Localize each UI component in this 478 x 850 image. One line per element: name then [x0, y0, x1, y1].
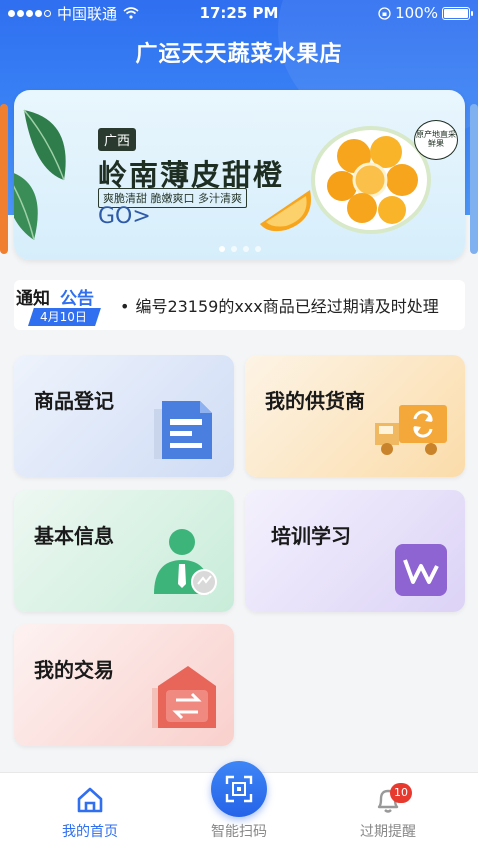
user-profile-icon: [154, 529, 217, 595]
carousel-prev-peek[interactable]: [0, 104, 8, 254]
leaf-decoration-icon: [14, 109, 66, 241]
tab-label: 智能扫码: [211, 824, 267, 840]
scan-button[interactable]: [211, 761, 267, 817]
transaction-icon: [152, 666, 216, 728]
banner-go-link[interactable]: GO>: [98, 204, 151, 229]
menu-card-my-transactions[interactable]: 我的交易: [14, 624, 234, 746]
notice-bullet: •: [120, 297, 130, 316]
tab-home[interactable]: 我的首页: [30, 773, 150, 850]
battery-icon: [442, 6, 473, 20]
menu-card-label: 培训学习: [271, 524, 351, 548]
carousel-indicator: [14, 246, 465, 252]
tab-label: 过期提醒: [360, 824, 416, 840]
delivery-truck-icon: [375, 405, 447, 455]
tab-scan[interactable]: 智能扫码: [179, 761, 299, 850]
menu-card-label: 我的供货商: [265, 389, 365, 413]
menu-card-basic-info[interactable]: 基本信息: [14, 490, 234, 612]
notice-title-part1: 通知: [16, 289, 50, 309]
carousel-next-peek[interactable]: [470, 104, 478, 254]
orange-slice-icon: [260, 190, 311, 232]
tab-label: 我的首页: [62, 824, 118, 840]
menu-card-training[interactable]: 培训学习: [245, 490, 465, 612]
learning-icon: [395, 544, 447, 596]
qr-scan-icon: [225, 775, 253, 803]
bottom-tab-bar: 我的首页 智能扫码 10 过期提醒: [0, 761, 478, 850]
menu-card-my-suppliers[interactable]: 我的供货商: [245, 355, 465, 477]
notification-badge: 10: [390, 783, 412, 803]
menu-card-label: 基本信息: [34, 524, 114, 548]
origin-tag: 广西: [98, 128, 137, 151]
tab-expiry-reminder[interactable]: 10 过期提醒: [328, 773, 448, 850]
menu-card-product-registration[interactable]: 商品登记: [14, 355, 234, 477]
clock: 17:25 PM: [199, 4, 279, 22]
home-icon: [77, 787, 103, 813]
notice-date: 4月10日: [28, 308, 101, 326]
promo-banner[interactable]: 广西 岭南薄皮甜橙 爽脆清甜 脆嫩爽口 多汁清爽 GO> 原产地直采鲜果: [14, 90, 465, 260]
menu-card-label: 商品登记: [34, 389, 114, 413]
notice-bar[interactable]: 通知 公告 4月10日 • 编号23159的xxx商品已经过期请及时处理: [14, 280, 465, 330]
origin-stamp: 原产地直采鲜果: [414, 120, 458, 160]
menu-card-label: 我的交易: [34, 658, 114, 682]
notice-badge: 通知 公告 4月10日: [14, 280, 110, 330]
notice-message-text: 编号23159的xxx商品已经过期请及时处理: [135, 297, 439, 316]
page-title: 广运天天蔬菜水果店: [135, 42, 343, 67]
document-icon: [154, 401, 212, 459]
status-bar: 中国联通 17:25 PM 100%: [0, 0, 478, 26]
notice-title-part2: 公告: [60, 289, 94, 309]
notice-message[interactable]: • 编号23159的xxx商品已经过期请及时处理: [110, 293, 465, 317]
